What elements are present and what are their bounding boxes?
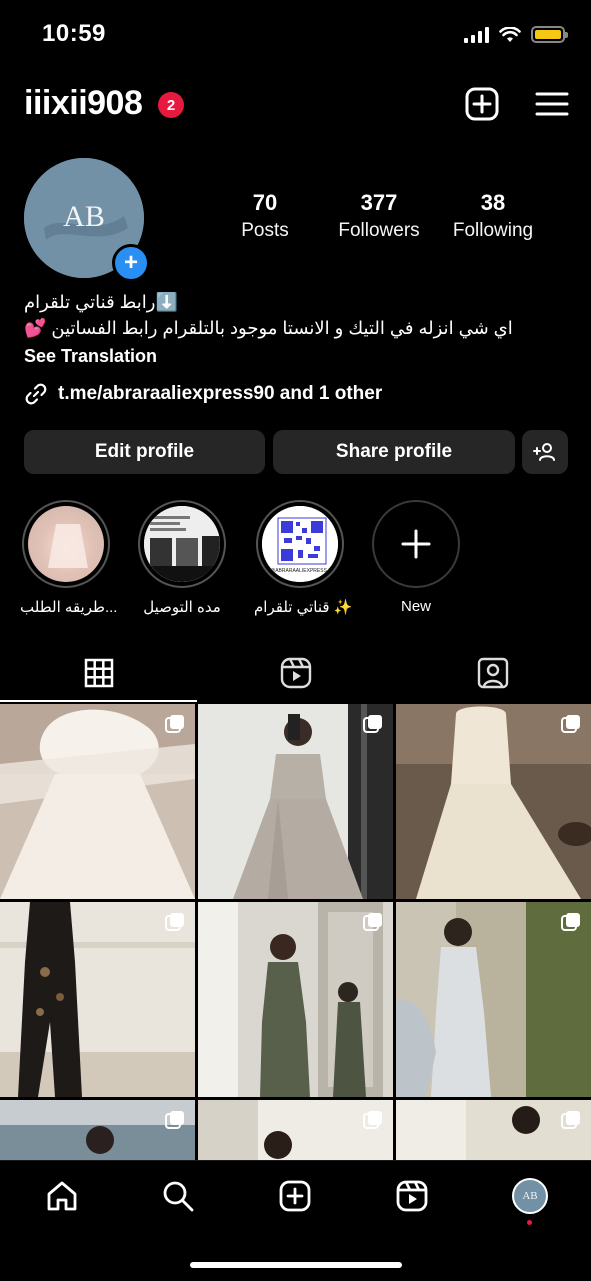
highlight-label: مده التوصيل (143, 599, 221, 616)
profile-link[interactable]: t.me/abraraaliexpress90 and 1 other (24, 382, 382, 406)
post-thumbnail[interactable] (396, 704, 591, 899)
tab-posts-grid[interactable] (0, 654, 197, 692)
posts-grid (0, 704, 591, 1160)
following-label: Following (452, 220, 534, 241)
posts-label: Posts (241, 220, 289, 241)
reels-icon (396, 1180, 428, 1212)
share-profile-button[interactable]: Share profile (273, 430, 515, 474)
svg-text:AB: AB (63, 200, 105, 233)
multiple-posts-icon (363, 1111, 382, 1129)
wifi-icon (499, 26, 521, 42)
post-thumbnail[interactable] (0, 704, 195, 899)
post-thumbnail[interactable] (396, 902, 591, 1097)
tab-tagged[interactable] (394, 654, 591, 692)
following-count: 38 (480, 190, 506, 215)
create-icon (279, 1180, 311, 1212)
nav-profile[interactable]: AB (510, 1176, 550, 1216)
active-tab-indicator (0, 700, 197, 702)
profile-nav-avatar: AB (512, 1178, 548, 1214)
profile-notification-dot (527, 1220, 532, 1225)
search-icon (163, 1181, 194, 1212)
multiple-posts-icon (165, 1111, 184, 1129)
signal-icon (464, 26, 489, 43)
battery-icon (531, 26, 568, 43)
highlight-cover-qr: @ABRARAALIEXPRESS 90 (262, 506, 338, 582)
status-icons (464, 26, 568, 43)
home-icon (47, 1181, 77, 1211)
nav-search[interactable] (158, 1176, 198, 1216)
highlight-order-method[interactable]: طريقه الطلب... (20, 500, 118, 616)
followers-stat[interactable]: 377 Followers (319, 190, 439, 242)
highlight-cover-dress (28, 506, 104, 582)
tab-reels[interactable] (197, 654, 394, 692)
post-thumbnail[interactable] (198, 704, 393, 899)
followers-count: 377 (360, 190, 398, 215)
multiple-posts-icon (363, 715, 382, 733)
post-thumbnail[interactable] (0, 1100, 195, 1160)
reels-icon (280, 657, 311, 689)
posts-count: 70 (252, 190, 278, 215)
post-thumbnail[interactable] (198, 902, 393, 1097)
multiple-posts-icon (561, 913, 580, 931)
create-post-icon[interactable] (464, 86, 500, 122)
multiple-posts-icon (561, 1111, 580, 1129)
edit-profile-button[interactable]: Edit profile (24, 430, 265, 474)
highlight-delivery-time[interactable]: مده التوصيل (136, 500, 228, 616)
highlight-label: قناتي تلقرام ✨ (254, 599, 353, 616)
bio-line-1: رابط قناتي تلقرام⬇️ (24, 292, 178, 312)
discover-people-button[interactable] (522, 430, 568, 474)
home-indicator (190, 1262, 402, 1268)
following-stat[interactable]: 38 Following (433, 190, 553, 242)
svg-text:@ABRARAALIEXPRESS 90: @ABRARAALIEXPRESS 90 (270, 568, 334, 574)
add-story-button[interactable]: + (112, 244, 150, 282)
followers-label: Followers (338, 220, 420, 241)
status-time: 10:59 (42, 20, 106, 47)
bio-line-2: اي شي انزله في التيك و الانستا موجود بال… (24, 318, 513, 338)
post-thumbnail[interactable] (0, 902, 195, 1097)
highlight-new[interactable]: New (370, 500, 462, 615)
notification-badge: 2 (158, 92, 184, 118)
profile-username[interactable]: iiixii908 (24, 84, 143, 123)
profile-link-text: t.me/abraraaliexpress90 and 1 other (58, 383, 383, 404)
highlight-cover-screenshot (144, 506, 220, 582)
plus-icon (401, 529, 431, 559)
tagged-icon (477, 657, 508, 689)
add-person-icon (533, 443, 555, 461)
posts-stat[interactable]: 70 Posts (205, 190, 325, 242)
multiple-posts-icon (561, 715, 580, 733)
see-translation-link[interactable]: See Translation (24, 346, 157, 367)
post-thumbnail[interactable] (396, 1100, 591, 1160)
highlight-label: New (400, 598, 431, 615)
nav-home[interactable] (42, 1176, 82, 1216)
highlight-label: طريقه الطلب... (20, 599, 118, 616)
multiple-posts-icon (363, 913, 382, 931)
nav-create[interactable] (275, 1176, 315, 1216)
highlight-telegram-channel[interactable]: @ABRARAALIEXPRESS 90 قناتي تلقرام ✨ (254, 500, 353, 616)
link-icon (25, 383, 47, 405)
grid-icon (84, 658, 113, 688)
multiple-posts-icon (165, 715, 184, 733)
multiple-posts-icon (165, 913, 184, 931)
nav-reels[interactable] (392, 1176, 432, 1216)
menu-icon[interactable] (534, 86, 570, 122)
post-thumbnail[interactable] (198, 1100, 393, 1160)
